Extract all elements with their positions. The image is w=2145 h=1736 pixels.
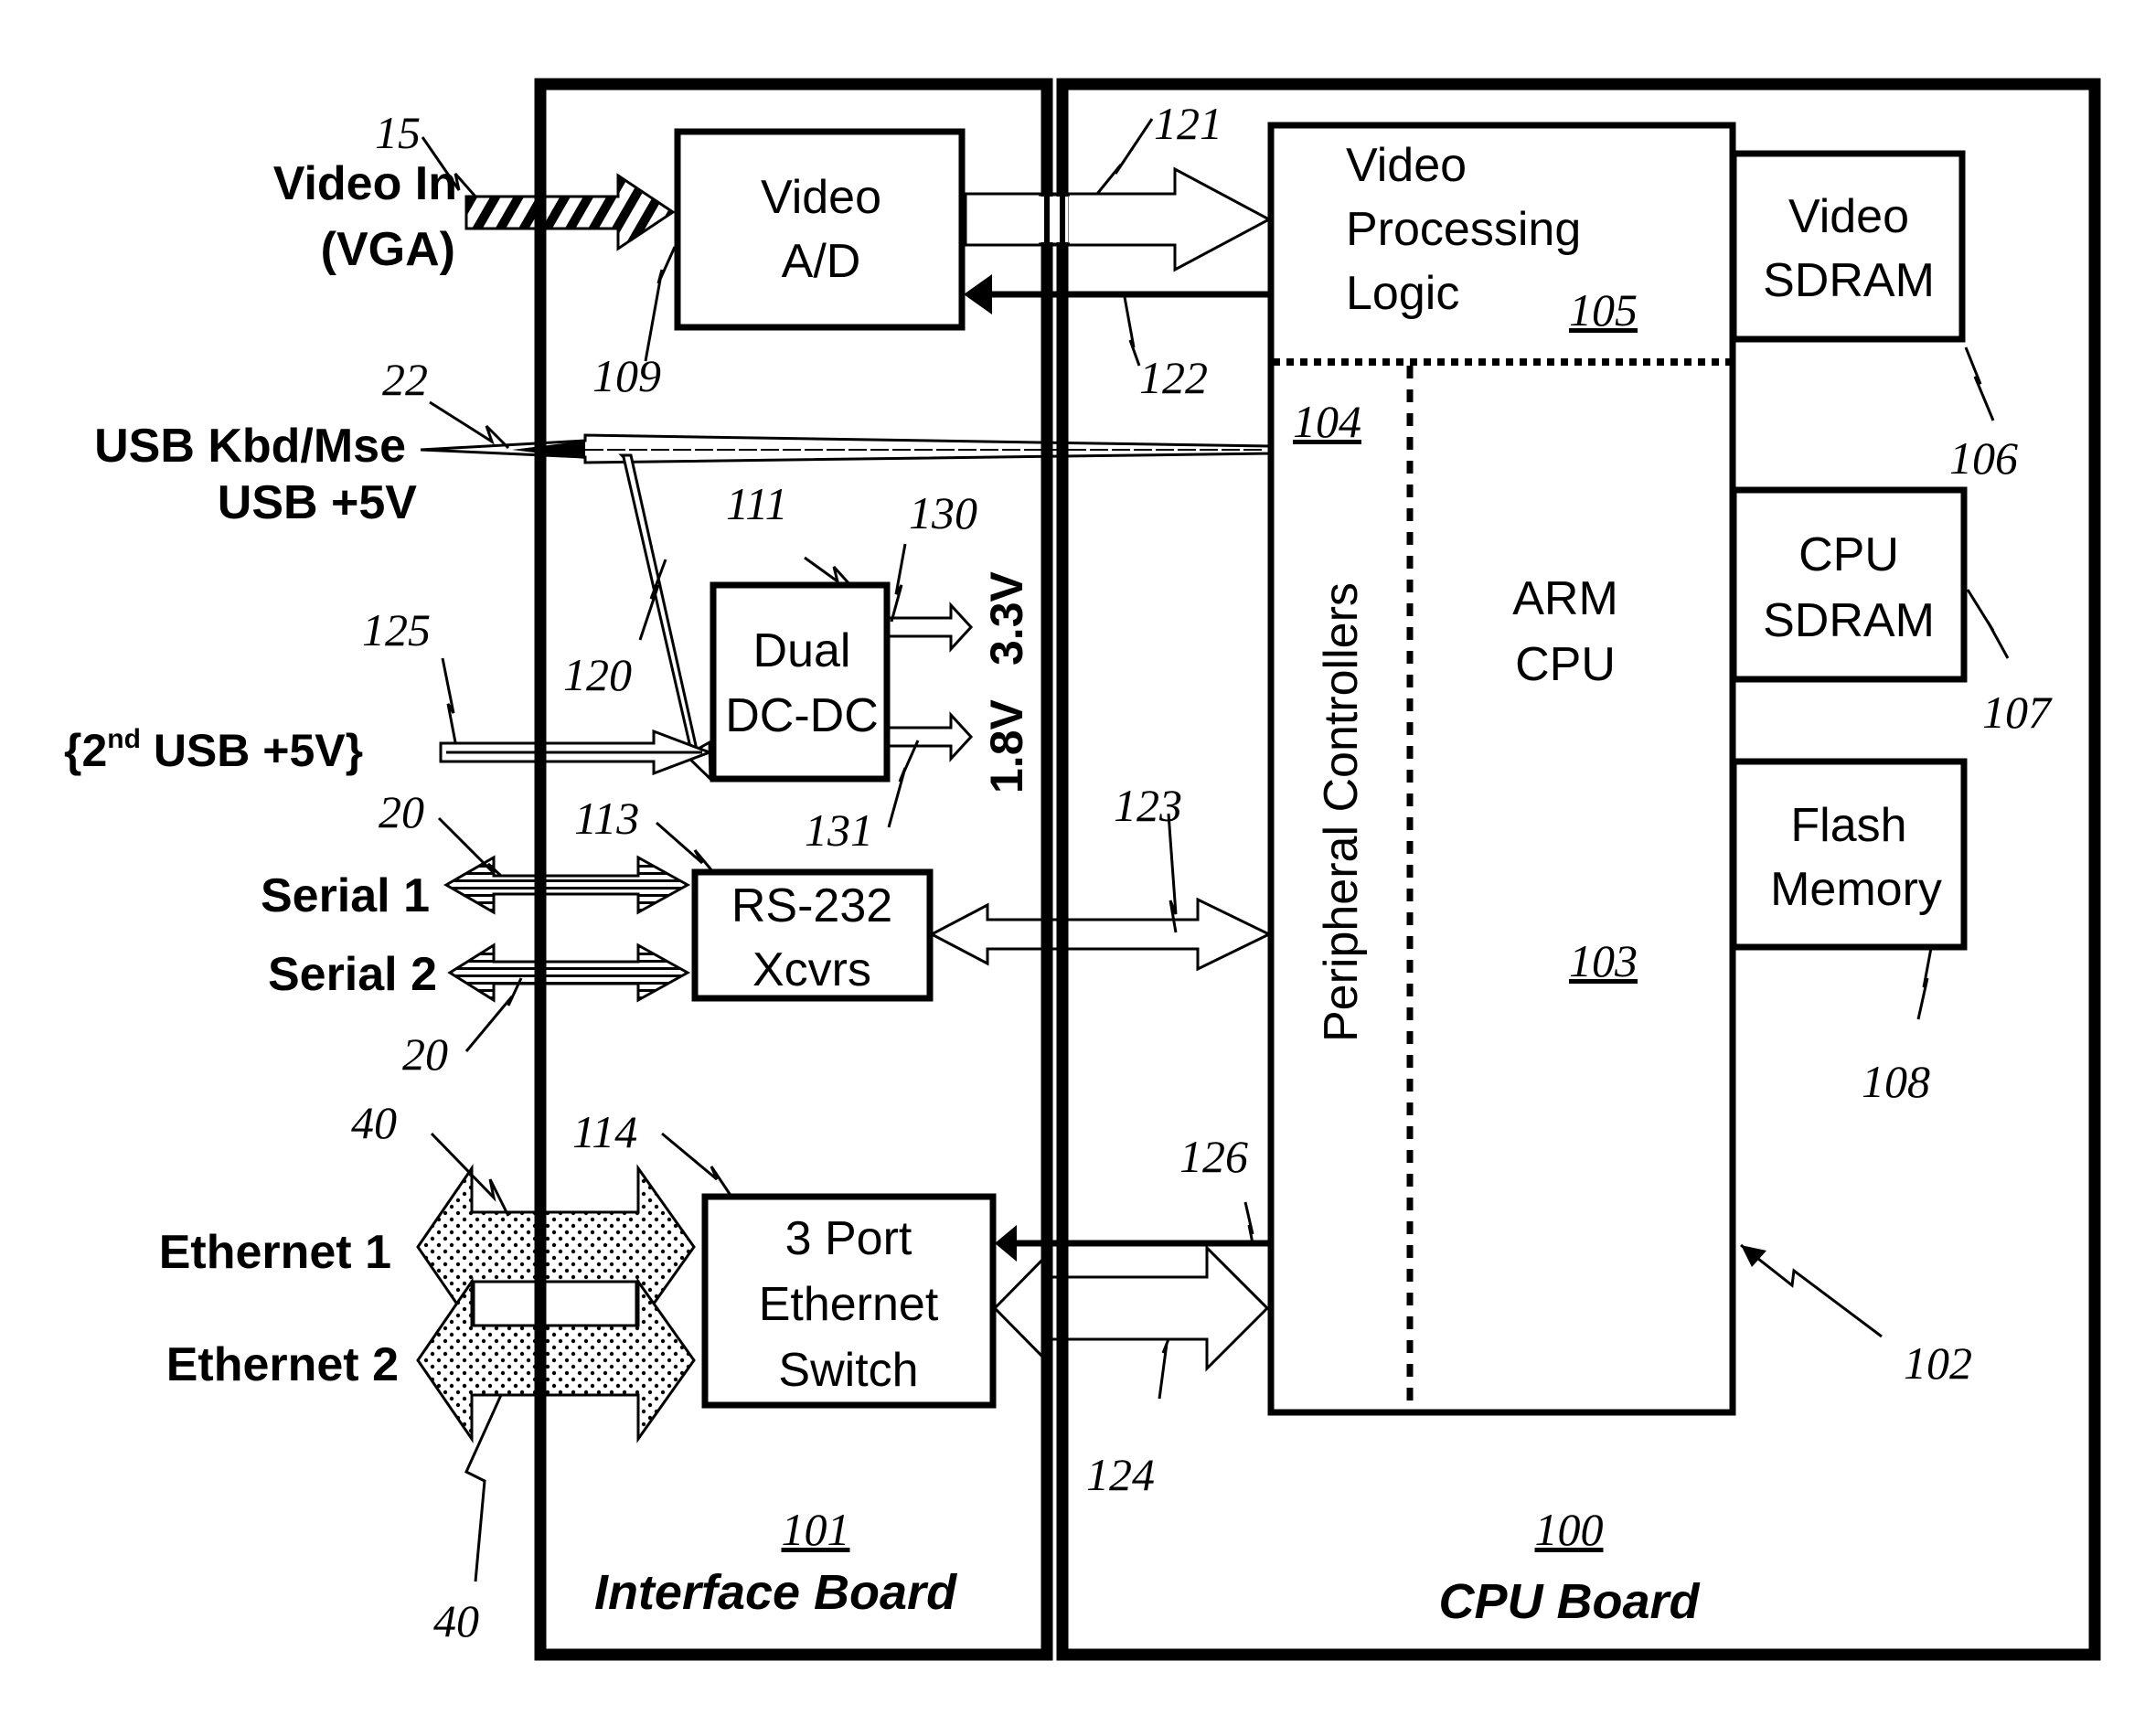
- ref-114: 114: [572, 1106, 637, 1157]
- usb-power-arrow: [618, 453, 712, 783]
- serial2-arrow: [447, 943, 691, 1003]
- usb-5v-label: USB +5V: [218, 476, 418, 529]
- eth-switch-line2: Ethernet: [759, 1278, 939, 1331]
- rs232-line1: RS-232: [731, 879, 892, 932]
- serial-bus-arrow: [928, 897, 1273, 972]
- video-in-arrow: [464, 173, 676, 251]
- cpu-sdram-line2: SDRAM: [1763, 594, 1935, 647]
- ref-120: 120: [563, 649, 632, 700]
- ref-105: 105: [1569, 284, 1638, 335]
- block-diagram: Video In (VGA) 15 USB Kbd/Mse USB +5V 22…: [64, 78, 2101, 1661]
- ref-106: 106: [1949, 432, 2018, 484]
- voltage-33-label: 3.3V: [981, 570, 1032, 666]
- eth-bus-arrow: [992, 1244, 1270, 1372]
- ref-107: 107: [1982, 687, 2053, 738]
- usb2-suffix: USB +5V}: [141, 725, 363, 776]
- flash-line1: Flash: [1790, 799, 1906, 852]
- ref-20-top: 20: [379, 786, 424, 837]
- video-proc-line2: Processing: [1346, 203, 1581, 256]
- video-proc-line1: Video: [1346, 139, 1467, 192]
- out-33-arrow: [887, 602, 974, 653]
- cpu-board-title: CPU Board: [1438, 1574, 1700, 1629]
- serial1-arrow: [443, 855, 691, 915]
- rs232-line2: Xcvrs: [752, 943, 871, 996]
- ref-125: 125: [362, 604, 431, 655]
- flash-line2: Memory: [1770, 863, 1942, 916]
- vga-label: (VGA): [321, 223, 455, 276]
- ref-20-bottom: 20: [402, 1028, 448, 1080]
- ref-126: 126: [1179, 1131, 1248, 1182]
- video-in-label: Video In: [273, 157, 457, 210]
- ref-123: 123: [1114, 780, 1182, 831]
- dcdc-block: [710, 581, 891, 783]
- flash-memory-block: [1730, 758, 1968, 951]
- video-sdram-line2: SDRAM: [1763, 254, 1935, 307]
- eth-switch-line3: Switch: [778, 1344, 918, 1397]
- ref-124: 124: [1086, 1449, 1155, 1500]
- video-sdram-line1: Video: [1788, 190, 1909, 243]
- ref-121: 121: [1154, 98, 1222, 149]
- ref-101: 101: [782, 1504, 850, 1555]
- ref-113: 113: [574, 793, 639, 844]
- serial1-label: Serial 1: [261, 869, 430, 922]
- arm-line1: ARM: [1512, 572, 1618, 625]
- ref-103: 103: [1569, 935, 1638, 986]
- ref-111: 111: [726, 478, 788, 529]
- dcdc-line2: DC-DC: [725, 689, 879, 742]
- video-ad-line2: A/D: [782, 235, 861, 288]
- ref-130: 130: [909, 487, 977, 538]
- ref-40-bottom: 40: [433, 1595, 479, 1646]
- ref-104: 104: [1293, 396, 1361, 447]
- ref-22: 22: [382, 354, 428, 405]
- serial2-label: Serial 2: [268, 948, 437, 1001]
- ref-131: 131: [805, 804, 873, 856]
- ref-122: 122: [1139, 352, 1208, 403]
- ref-108: 108: [1862, 1056, 1930, 1107]
- video-ad-line1: Video: [761, 171, 881, 224]
- video-ad-block: [674, 128, 966, 331]
- ref-40-top: 40: [351, 1097, 397, 1148]
- usb2-sup: nd: [107, 724, 141, 754]
- video-bus-arrow: [964, 166, 1273, 272]
- periph-label: Peripheral Controllers: [1315, 582, 1368, 1042]
- cpu-sdram-block: [1730, 486, 1968, 683]
- interface-board-title: Interface Board: [594, 1565, 957, 1620]
- usb2-label: {2nd USB +5V}: [64, 724, 363, 776]
- eth-ctrl-arrowhead: [995, 1225, 1017, 1262]
- out-18-arrow: [887, 711, 974, 762]
- ref-102: 102: [1904, 1337, 1972, 1389]
- ref-15: 15: [375, 107, 421, 158]
- eth-switch-line1: 3 Port: [785, 1212, 912, 1265]
- arm-line2: CPU: [1515, 638, 1616, 691]
- ethernet2-label: Ethernet 2: [166, 1338, 399, 1391]
- ethernet-gap: [472, 1280, 638, 1327]
- video-proc-line3: Logic: [1346, 267, 1459, 320]
- voltage-18-label: 1.8V: [981, 698, 1032, 793]
- cpu-sdram-line1: CPU: [1798, 528, 1899, 581]
- ethernet1-label: Ethernet 1: [159, 1226, 391, 1279]
- usb2-prefix: {2: [64, 725, 107, 776]
- video-ctrl-arrowhead: [964, 274, 992, 314]
- ref-109: 109: [592, 350, 661, 401]
- dcdc-line1: Dual: [753, 624, 851, 677]
- ref-100: 100: [1535, 1504, 1604, 1555]
- usb-kbd-label: USB Kbd/Mse: [94, 420, 406, 473]
- video-sdram-block: [1730, 150, 1966, 343]
